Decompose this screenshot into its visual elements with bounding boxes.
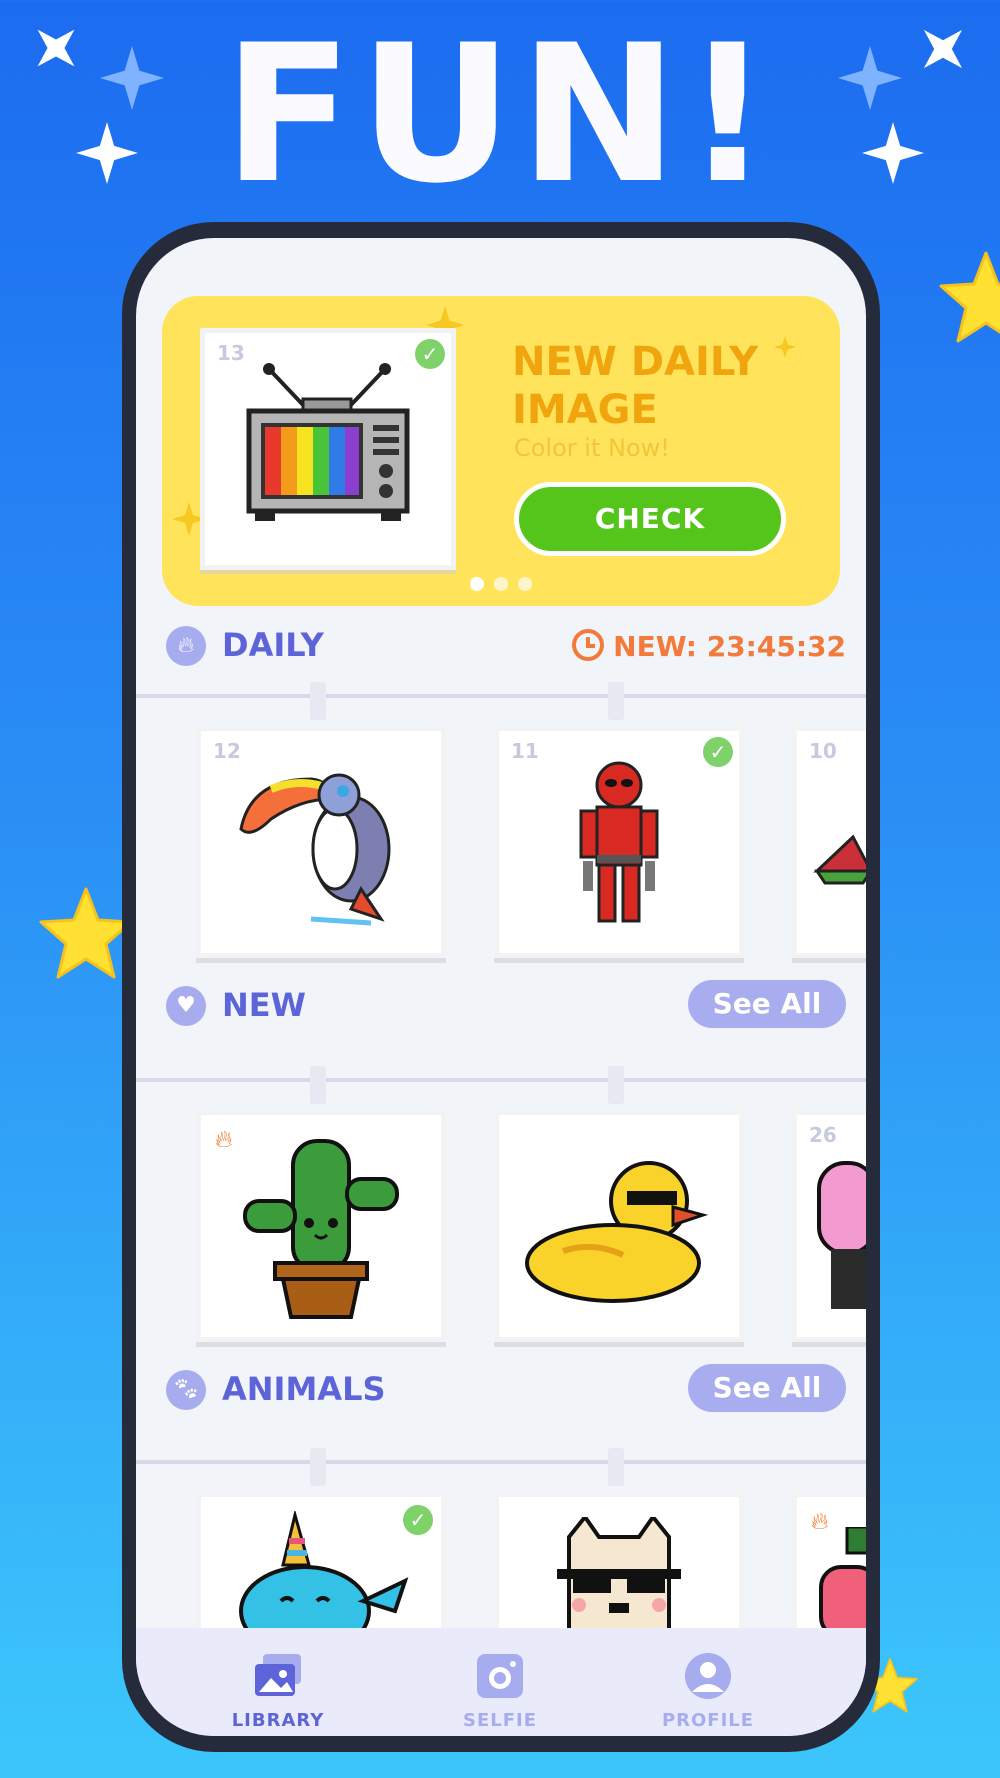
new-section-header: ♥ NEW See All [166,980,846,1028]
card-clip [310,1066,326,1104]
nav-label-profile: PROFILE [661,1710,755,1731]
star-icon [39,887,133,979]
app-screen: 13 ✓ NEW DAILY IMAGE Color it Now! CHECK… [136,238,866,1736]
artwork-card[interactable] [494,1110,744,1342]
heart-icon: ♥ [166,986,206,1026]
nav-label-selfie: SELFIE [462,1710,538,1731]
nav-label-library: LIBRARY [231,1710,325,1731]
nav-selfie[interactable]: SELFIE [400,1628,600,1736]
strawberry-artwork [819,1527,866,1637]
artwork-card[interactable]: 11 ✓ [494,726,744,958]
shelf-divider [136,694,866,698]
carousel-dot[interactable] [470,577,484,591]
daily-image-card[interactable]: 13 ✓ [200,328,456,570]
see-all-new-button[interactable]: See All [688,980,846,1028]
card-number: 26 [809,1123,837,1147]
camera-icon [477,1654,523,1698]
phone-frame: 13 ✓ NEW DAILY IMAGE Color it Now! CHECK… [122,222,880,1752]
daily-banner[interactable]: 13 ✓ NEW DAILY IMAGE Color it Now! CHECK [162,296,840,606]
carousel-dot[interactable] [518,577,532,591]
see-all-animals-button[interactable]: See All [688,1364,846,1412]
cactus-artwork [243,1139,399,1319]
check-icon: ✓ [703,737,733,767]
card-clip [608,682,624,720]
card-clip [608,1066,624,1104]
duck-artwork [525,1161,709,1303]
star-icon [939,251,1000,343]
banner-title: NEW DAILY IMAGE [512,339,759,433]
section-title-animals: ANIMALS [222,1370,386,1408]
card-number: 13 [217,341,245,365]
artwork-card[interactable]: 12 [196,726,446,958]
card-number: 11 [511,739,539,763]
shelf-divider [136,1078,866,1082]
paw-icon: 🐾︎ [166,1370,206,1410]
sparkle-icon [923,29,963,69]
section-title-daily: DAILY [222,626,324,664]
sparkle-icon [37,29,75,67]
narwhal-artwork [239,1511,409,1631]
artwork-card[interactable]: 26 [792,1110,866,1342]
profile-icon [685,1653,731,1699]
daily-section-header: 🔥︎ DAILY NEW: 23:45:32 [166,624,846,668]
watermelon-artwork [813,834,866,885]
artwork-card[interactable]: 10 [792,726,866,958]
artwork-card[interactable]: 🔥︎ [196,1110,446,1342]
banner-subtitle: Color it Now! [514,434,670,462]
sparkle-icon [76,122,138,184]
flame-icon: 🔥︎ [166,626,206,666]
card-clip [608,1448,624,1486]
ice-cream-artwork [817,1161,866,1309]
card-clip [310,682,326,720]
hero-artwork [579,761,659,923]
sparkle-icon [838,46,902,110]
carousel-dot[interactable] [494,577,508,591]
animals-section-header: 🐾︎ ANIMALS See All [166,1364,846,1412]
check-icon: ✓ [415,339,445,369]
library-icon [255,1654,301,1696]
clock-icon [572,629,605,661]
hot-icon: 🔥︎ [215,1125,233,1153]
timer-text: NEW: 23:45:32 [613,630,846,663]
bottom-nav: LIBRARY SELFIE PROFILE [136,1628,866,1736]
toucan-artwork [239,773,391,926]
cat-artwork [557,1517,681,1637]
sparkle-icon [100,46,164,110]
new-timer: NEW: 23:45:32 [571,628,846,663]
nav-profile[interactable]: PROFILE [608,1628,808,1736]
sparkle-icon [862,122,924,184]
card-clip [310,1448,326,1486]
section-title-new: NEW [222,986,306,1024]
shelf-divider [136,1460,866,1464]
check-button[interactable]: CHECK [514,482,786,556]
nav-library[interactable]: LIBRARY [178,1628,378,1736]
card-number: 10 [809,739,837,763]
tv-artwork [246,363,410,521]
carousel-dots [162,576,840,595]
